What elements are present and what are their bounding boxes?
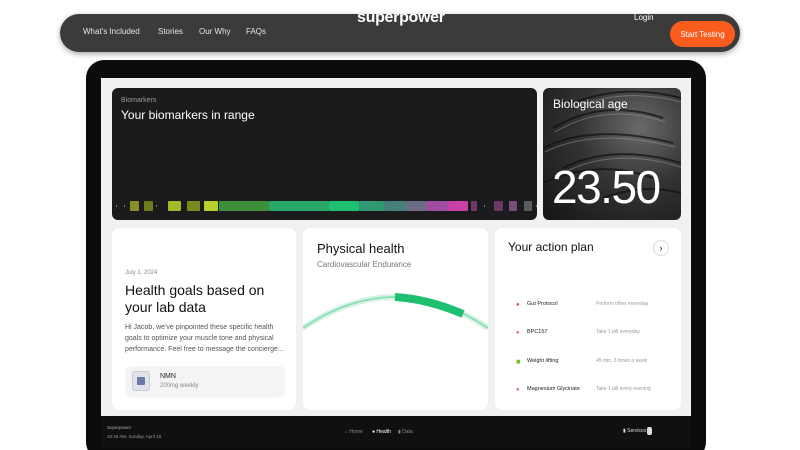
supplement-bottle-icon xyxy=(132,371,150,391)
nav-link-stories[interactable]: Stories xyxy=(158,27,183,36)
dock-time: 10:46 AM, Sunday, April 18 xyxy=(107,434,161,439)
biomarker-segment xyxy=(536,205,537,207)
action-plan-title: Your action plan xyxy=(508,240,594,254)
start-testing-button[interactable]: Start Testing xyxy=(670,21,735,47)
biomarker-segment xyxy=(484,205,485,207)
page: What's Included Stories Our Why FAQs sup… xyxy=(0,0,800,450)
dock-item-label: Health xyxy=(376,429,391,435)
biomarker-segment xyxy=(144,201,153,211)
action-item-name: Weight lifting xyxy=(527,358,559,364)
action-item-name: BPC157 xyxy=(527,329,548,335)
chevron-right-icon[interactable]: › xyxy=(653,240,669,256)
action-item[interactable]: ● BPC157 Take 1 pill everyday xyxy=(495,326,681,340)
biomarker-segment xyxy=(494,201,503,211)
action-item-name: Magnesium Glycinate xyxy=(527,386,580,392)
biomarker-segment xyxy=(359,201,384,211)
physical-title: Physical health xyxy=(317,241,405,256)
biomarkers-eyebrow: Biomarkers xyxy=(121,97,157,104)
action-item-schedule: Take 1 pill every evening xyxy=(596,386,651,392)
biomarker-segment xyxy=(406,201,426,211)
biomarker-segment xyxy=(471,201,477,211)
goals-date: July 1, 2024 xyxy=(125,270,158,276)
pill-icon: ● xyxy=(516,387,520,393)
action-item-schedule: Take 1 pill everyday xyxy=(596,329,640,335)
biomarker-segment xyxy=(124,205,125,207)
physical-subtitle: Cardiovascular Endurance xyxy=(317,260,412,269)
physical-health-card[interactable]: Physical health Cardiovascular Endurance xyxy=(303,228,488,410)
biomarker-segment xyxy=(269,201,329,211)
dock-item-health[interactable]: ● Health xyxy=(372,429,391,435)
biomarker-segment xyxy=(329,201,359,211)
action-item-name: Gut Protocol xyxy=(527,301,558,307)
action-item[interactable]: ▮▮ Weight lifting 45 min, 3 times a week xyxy=(495,355,681,369)
biomarker-segment xyxy=(219,201,269,211)
nav-link-our-why[interactable]: Our Why xyxy=(199,27,231,36)
action-item[interactable]: ● Magnesium Glycinate Take 1 pill every … xyxy=(495,383,681,397)
biomarker-segment xyxy=(130,201,139,211)
biomarker-segment xyxy=(156,205,157,207)
biomarker-segment xyxy=(187,201,200,211)
drop-icon: ● xyxy=(516,302,520,308)
biomarker-segment xyxy=(204,201,218,211)
biomarker-segment xyxy=(384,201,406,211)
endurance-gauge xyxy=(303,293,488,331)
biomarker-segment xyxy=(168,201,181,211)
biomarkers-title: Your biomarkers in range xyxy=(121,108,255,122)
action-item-schedule: 45 min, 3 times a week xyxy=(596,358,648,364)
dock-services-label: Services xyxy=(627,428,647,434)
brand-logo[interactable]: superpower xyxy=(357,9,445,27)
biomarker-segment xyxy=(524,201,532,211)
biomarker-range-bar xyxy=(116,201,537,211)
health-goals-card[interactable]: July 1, 2024 Health goals based on your … xyxy=(112,228,296,410)
biomarker-segment xyxy=(448,201,468,211)
pill-icon: ● xyxy=(516,330,520,336)
biological-age-label: Biological age xyxy=(553,97,628,111)
nav-link-faqs[interactable]: FAQs xyxy=(246,27,266,36)
supplement-name: NMN xyxy=(160,373,176,380)
goals-title: Health goals based on your lab data xyxy=(125,282,265,315)
action-item-schedule: Perform other everyday xyxy=(596,301,649,307)
action-item[interactable]: ● Gut Protocol Perform other everyday xyxy=(495,298,681,312)
goals-body: Hi Jacob, we've pinpointed these specifi… xyxy=(125,324,284,353)
dock-item-data[interactable]: ▮ Data xyxy=(398,429,413,435)
dock-services[interactable]: ▮ Services xyxy=(623,428,646,434)
dumbbell-icon: ▮▮ xyxy=(516,359,520,365)
nav-link-whats-included[interactable]: What's Included xyxy=(83,27,140,36)
action-plan-card[interactable]: Your action plan › ● Gut Protocol Perfor… xyxy=(495,228,681,410)
biomarkers-card[interactable]: Biomarkers Your biomarkers in range xyxy=(112,88,537,220)
dock-item-label: Data xyxy=(402,429,413,435)
supplement-item[interactable]: NMN 200mg weekly xyxy=(126,366,284,396)
biological-age-value: 23.50 xyxy=(552,161,661,213)
avatar[interactable] xyxy=(647,427,652,435)
biomarker-segment xyxy=(509,201,517,211)
bottom-dock: Superpower 10:46 AM, Sunday, April 18 ⌂ … xyxy=(101,416,691,448)
biomarker-segment xyxy=(426,201,448,211)
dock-item-label: Home xyxy=(349,429,363,435)
dock-brand: Superpower xyxy=(107,425,132,430)
login-link[interactable]: Login xyxy=(634,13,654,22)
biomarker-segment xyxy=(116,205,117,207)
supplement-dose: 200mg weekly xyxy=(160,383,199,389)
dock-item-home[interactable]: ⌂ Home xyxy=(345,429,363,435)
